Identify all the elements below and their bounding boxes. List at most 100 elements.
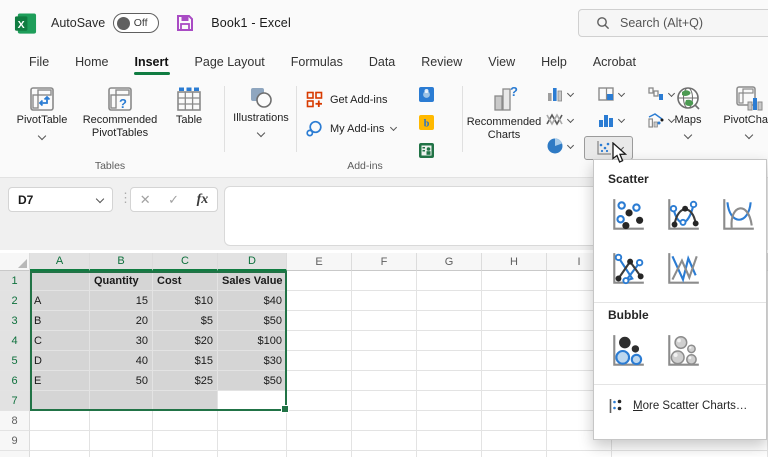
cell-E8[interactable] <box>287 411 352 431</box>
cell-F7[interactable] <box>352 391 417 411</box>
cell-C8[interactable] <box>153 411 218 431</box>
enter-icon[interactable]: ✓ <box>168 192 179 208</box>
row-header-4[interactable]: 4 <box>0 331 30 351</box>
cell-D2[interactable]: $40 <box>218 291 287 311</box>
menu-item-scatter[interactable] <box>606 193 650 237</box>
tab-formulas[interactable]: Formulas <box>278 46 356 78</box>
column-header-E[interactable]: E <box>287 253 352 271</box>
cell-D4[interactable]: $100 <box>218 331 287 351</box>
cell-D6[interactable]: $50 <box>218 371 287 391</box>
cell-C6[interactable]: $25 <box>153 371 218 391</box>
cell-A3[interactable]: B <box>30 311 90 331</box>
cell-F6[interactable] <box>352 371 417 391</box>
insert-function-icon[interactable]: fx <box>197 192 209 208</box>
cell-F8[interactable] <box>352 411 417 431</box>
cell-A9[interactable] <box>30 431 90 451</box>
row-header-8[interactable]: 8 <box>0 411 30 431</box>
cell-filler10[interactable] <box>612 451 768 457</box>
recommended-pivottables-button[interactable]: ? Recommended PivotTables <box>74 84 166 140</box>
cell-A2[interactable]: A <box>30 291 90 311</box>
cell-E5[interactable] <box>287 351 352 371</box>
cell-E4[interactable] <box>287 331 352 351</box>
more-scatter-charts-item[interactable]: More Scatter Charts… <box>594 390 766 420</box>
cancel-icon[interactable]: ✕ <box>140 192 151 208</box>
cell-I10[interactable] <box>547 451 612 457</box>
column-header-D[interactable]: D <box>218 253 287 271</box>
cell-B8[interactable] <box>90 411 153 431</box>
tab-acrobat[interactable]: Acrobat <box>580 46 649 78</box>
cell-B3[interactable]: 20 <box>90 311 153 331</box>
cell-G10[interactable] <box>417 451 482 457</box>
cell-F1[interactable] <box>352 271 417 291</box>
cell-G5[interactable] <box>417 351 482 371</box>
cell-H7[interactable] <box>482 391 547 411</box>
column-header-A[interactable]: A <box>30 253 90 271</box>
search-box[interactable]: Search (Alt+Q) <box>578 9 768 37</box>
cell-E1[interactable] <box>287 271 352 291</box>
cell-H1[interactable] <box>482 271 547 291</box>
addin-app-icon-blue[interactable] <box>419 87 434 102</box>
menu-item-scatter-smooth[interactable] <box>716 193 760 237</box>
cell-A1[interactable] <box>30 271 90 291</box>
column-header-G[interactable]: G <box>417 253 482 271</box>
select-all-corner[interactable] <box>0 253 30 271</box>
menu-item-scatter-straight-markers[interactable] <box>606 247 650 291</box>
cell-A6[interactable]: E <box>30 371 90 391</box>
row-header-2[interactable]: 2 <box>0 291 30 311</box>
pivotchart-button[interactable]: PivotChart <box>714 84 768 140</box>
autosave-toggle[interactable]: Off <box>113 13 160 33</box>
cell-H9[interactable] <box>482 431 547 451</box>
menu-item-scatter-straight[interactable] <box>661 247 705 291</box>
cell-E10[interactable] <box>287 451 352 457</box>
cell-C1[interactable]: Cost <box>153 271 218 291</box>
save-icon[interactable] <box>175 13 195 33</box>
cell-C4[interactable]: $20 <box>153 331 218 351</box>
cell-H8[interactable] <box>482 411 547 431</box>
recommended-charts-button[interactable]: ? Recommended Charts <box>466 84 542 142</box>
cell-G6[interactable] <box>417 371 482 391</box>
cell-C2[interactable]: $10 <box>153 291 218 311</box>
cell-B10[interactable] <box>90 451 153 457</box>
illustrations-button[interactable]: Illustrations <box>230 84 292 138</box>
cell-B6[interactable]: 50 <box>90 371 153 391</box>
column-header-F[interactable]: F <box>352 253 417 271</box>
cell-F9[interactable] <box>352 431 417 451</box>
tab-review[interactable]: Review <box>408 46 475 78</box>
row-header-5[interactable]: 5 <box>0 351 30 371</box>
addin-app-icon-people-graph[interactable] <box>419 143 434 158</box>
cell-B9[interactable] <box>90 431 153 451</box>
tab-insert[interactable]: Insert <box>122 46 182 78</box>
cell-A4[interactable]: C <box>30 331 90 351</box>
cell-G3[interactable] <box>417 311 482 331</box>
cell-B2[interactable]: 15 <box>90 291 153 311</box>
cell-C3[interactable]: $5 <box>153 311 218 331</box>
cell-E7[interactable] <box>287 391 352 411</box>
cell-C9[interactable] <box>153 431 218 451</box>
cell-C5[interactable]: $15 <box>153 351 218 371</box>
name-box[interactable]: D7 <box>8 187 113 212</box>
column-header-C[interactable]: C <box>153 253 218 271</box>
pivottable-button[interactable]: PivotTable <box>10 84 74 141</box>
cell-E2[interactable] <box>287 291 352 311</box>
active-cell-D7[interactable] <box>218 391 287 411</box>
cell-F2[interactable] <box>352 291 417 311</box>
tab-home[interactable]: Home <box>62 46 121 78</box>
row-header-3[interactable]: 3 <box>0 311 30 331</box>
cell-G8[interactable] <box>417 411 482 431</box>
cell-D10[interactable] <box>218 451 287 457</box>
cell-D9[interactable] <box>218 431 287 451</box>
tab-data[interactable]: Data <box>356 46 408 78</box>
cell-G9[interactable] <box>417 431 482 451</box>
cell-D3[interactable]: $50 <box>218 311 287 331</box>
tab-page-layout[interactable]: Page Layout <box>182 46 278 78</box>
insert-pie-chart-button[interactable] <box>546 137 575 155</box>
cell-A5[interactable]: D <box>30 351 90 371</box>
cell-G4[interactable] <box>417 331 482 351</box>
cell-C10[interactable] <box>153 451 218 457</box>
row-header-7[interactable]: 7 <box>0 391 30 411</box>
cell-F3[interactable] <box>352 311 417 331</box>
cell-F5[interactable] <box>352 351 417 371</box>
cell-H2[interactable] <box>482 291 547 311</box>
cell-C7[interactable] <box>153 391 218 411</box>
cell-H6[interactable] <box>482 371 547 391</box>
